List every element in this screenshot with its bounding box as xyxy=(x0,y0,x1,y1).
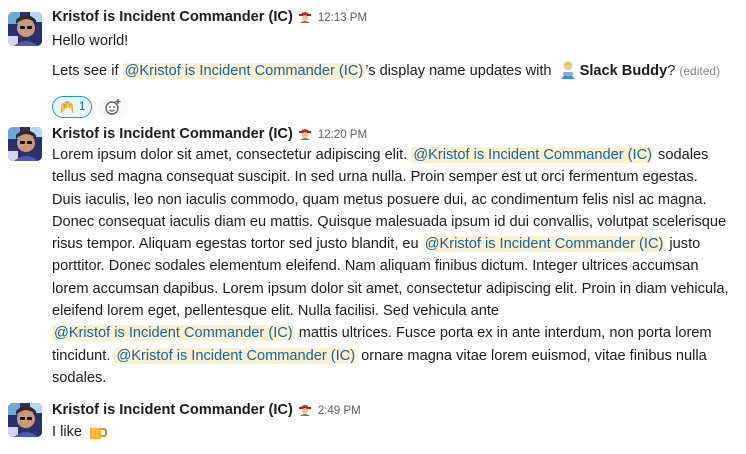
app-name[interactable]: Slack Buddy xyxy=(580,63,668,79)
woman-firefighter-icon xyxy=(298,9,312,23)
reaction-count: 1 xyxy=(79,101,86,113)
photo-avatar-icon xyxy=(8,12,42,46)
text-segment: Duis iaculis, leo non iaculis commodo, q… xyxy=(52,191,707,208)
text-segment: lorem accumsan dapibus. Lorem ipsum dolo… xyxy=(52,280,729,297)
message-text: I like xyxy=(52,421,732,443)
message-line: @Kristof is Incident Commander (IC) matt… xyxy=(52,322,732,344)
author-name[interactable]: Kristof is Incident Commander (IC) xyxy=(52,126,293,142)
add-reaction-icon xyxy=(105,99,121,115)
timestamp[interactable]: 12:20 PM xyxy=(318,129,367,141)
person-emoji-icon xyxy=(560,62,575,80)
avatar[interactable] xyxy=(8,127,42,161)
message-line: eleifend lorem eget, pellentesque elit. … xyxy=(52,300,732,322)
text-segment: mattis ultrices. Fusce porta ex in ante … xyxy=(294,325,712,342)
user-mention[interactable]: @Kristof is Incident Commander (IC) xyxy=(52,325,295,342)
message-line: Lorem ipsum dolor sit amet, consectetur … xyxy=(52,144,732,166)
user-mention[interactable]: @Kristof is Incident Commander (IC) xyxy=(411,147,654,163)
message-text: Lets see if @Kristof is Incident Command… xyxy=(52,60,732,82)
photo-avatar-icon xyxy=(8,403,42,437)
text-segment: ornare magna vitae lorem euismod, vitae … xyxy=(357,347,707,364)
message-feed: Kristof is Incident Commander (IC) 12:13 … xyxy=(0,0,746,454)
message-line: Duis iaculis, leo non iaculis commodo, q… xyxy=(52,189,732,211)
text-segment: eleifend lorem eget, pellentesque elit. … xyxy=(52,303,499,320)
user-mention[interactable]: @Kristof is Incident Commander (IC) xyxy=(114,347,358,364)
avatar[interactable] xyxy=(8,12,42,46)
woman-firefighter-icon xyxy=(298,402,312,416)
text-segment: sodales. xyxy=(52,369,107,386)
beer-mug-icon xyxy=(87,421,107,441)
add-reaction-button[interactable] xyxy=(98,96,129,118)
text-segment: justo xyxy=(665,236,701,253)
message-line: lorem accumsan dapibus. Lorem ipsum dolo… xyxy=(52,278,732,300)
text-segment: Donec consequat iaculis diam eu mattis. … xyxy=(52,213,727,230)
raised-hands-icon xyxy=(60,101,74,114)
photo-avatar-icon xyxy=(8,127,42,161)
text-segment: tincidunt. xyxy=(52,347,115,364)
message-line: Donec consequat iaculis diam eu mattis. … xyxy=(52,211,732,233)
author-name[interactable]: Kristof is Incident Commander (IC) xyxy=(52,402,293,418)
message-text: Lorem ipsum dolor sit amet, consectetur … xyxy=(52,144,732,389)
avatar[interactable] xyxy=(8,403,42,437)
message-text: Hello world! xyxy=(52,33,129,49)
message-line: sodales. xyxy=(52,367,732,389)
message-line: tellus sed magna consequat suscipit. In … xyxy=(52,166,732,188)
author-name[interactable]: Kristof is Incident Commander (IC) xyxy=(52,9,293,25)
message-header: Kristof is Incident Commander (IC) 12:13 … xyxy=(52,8,732,26)
timestamp[interactable]: 2:49 PM xyxy=(318,405,361,417)
reaction-raised-hands[interactable]: 1 xyxy=(52,96,93,118)
text-segment: risus tempor. Aliquam egestas tortor sed… xyxy=(52,236,423,253)
message: Kristof is Incident Commander (IC) 2:49 P… xyxy=(0,401,746,449)
reaction-bar: 1 xyxy=(52,96,129,118)
text-segment: Lorem ipsum dolor sit amet, consectetur … xyxy=(52,147,412,163)
message: Kristof is Incident Commander (IC) 12:20 … xyxy=(0,125,746,393)
text-segment: sodales xyxy=(654,147,709,163)
user-mention[interactable]: @Kristof is Incident Commander (IC) xyxy=(422,236,666,253)
user-mention[interactable]: @Kristof is Incident Commander (IC) xyxy=(122,63,366,80)
message-line: porttitor. Donec sodales elementum eleif… xyxy=(52,255,732,277)
woman-firefighter-icon xyxy=(298,126,312,140)
message-header: Kristof is Incident Commander (IC) 2:49 P… xyxy=(52,401,732,419)
text-segment: porttitor. Donec sodales elementum eleif… xyxy=(52,258,699,275)
message-header: Kristof is Incident Commander (IC) 12:20 … xyxy=(52,125,732,143)
edited-label: (edited) xyxy=(679,64,721,79)
message: Kristof is Incident Commander (IC) 12:13 … xyxy=(0,8,746,118)
message-line: risus tempor. Aliquam egestas tortor sed… xyxy=(52,233,732,255)
timestamp[interactable]: 12:13 PM xyxy=(318,12,367,24)
text-segment: tellus sed magna consequat suscipit. In … xyxy=(52,169,698,186)
message-line: tincidunt. @Kristof is Incident Commande… xyxy=(52,345,732,367)
